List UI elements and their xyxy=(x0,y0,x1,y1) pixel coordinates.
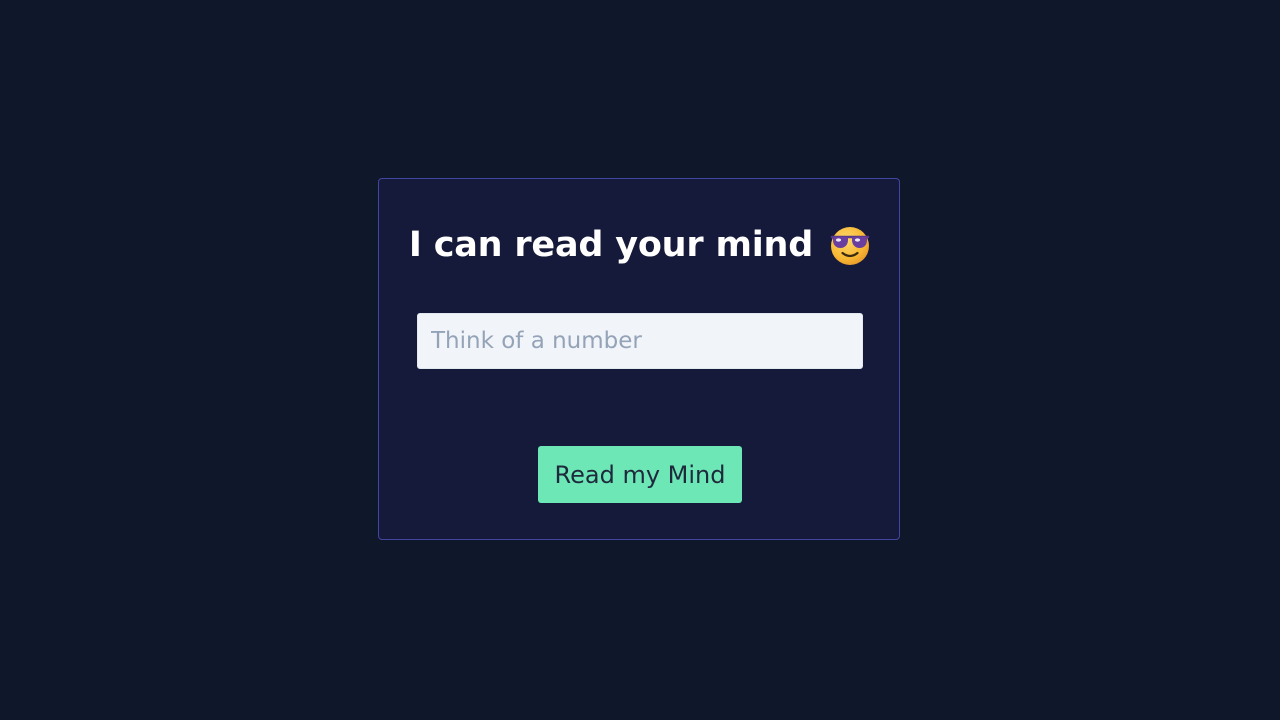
page: I can read your mind Read my Mi xyxy=(0,0,1280,720)
number-input[interactable] xyxy=(417,313,863,369)
read-my-mind-button[interactable]: Read my Mind xyxy=(538,446,742,503)
smiling-face-with-sunglasses-icon xyxy=(830,227,870,265)
page-title: I can read your mind xyxy=(408,225,814,265)
heading-row: I can read your mind xyxy=(0,222,1280,268)
